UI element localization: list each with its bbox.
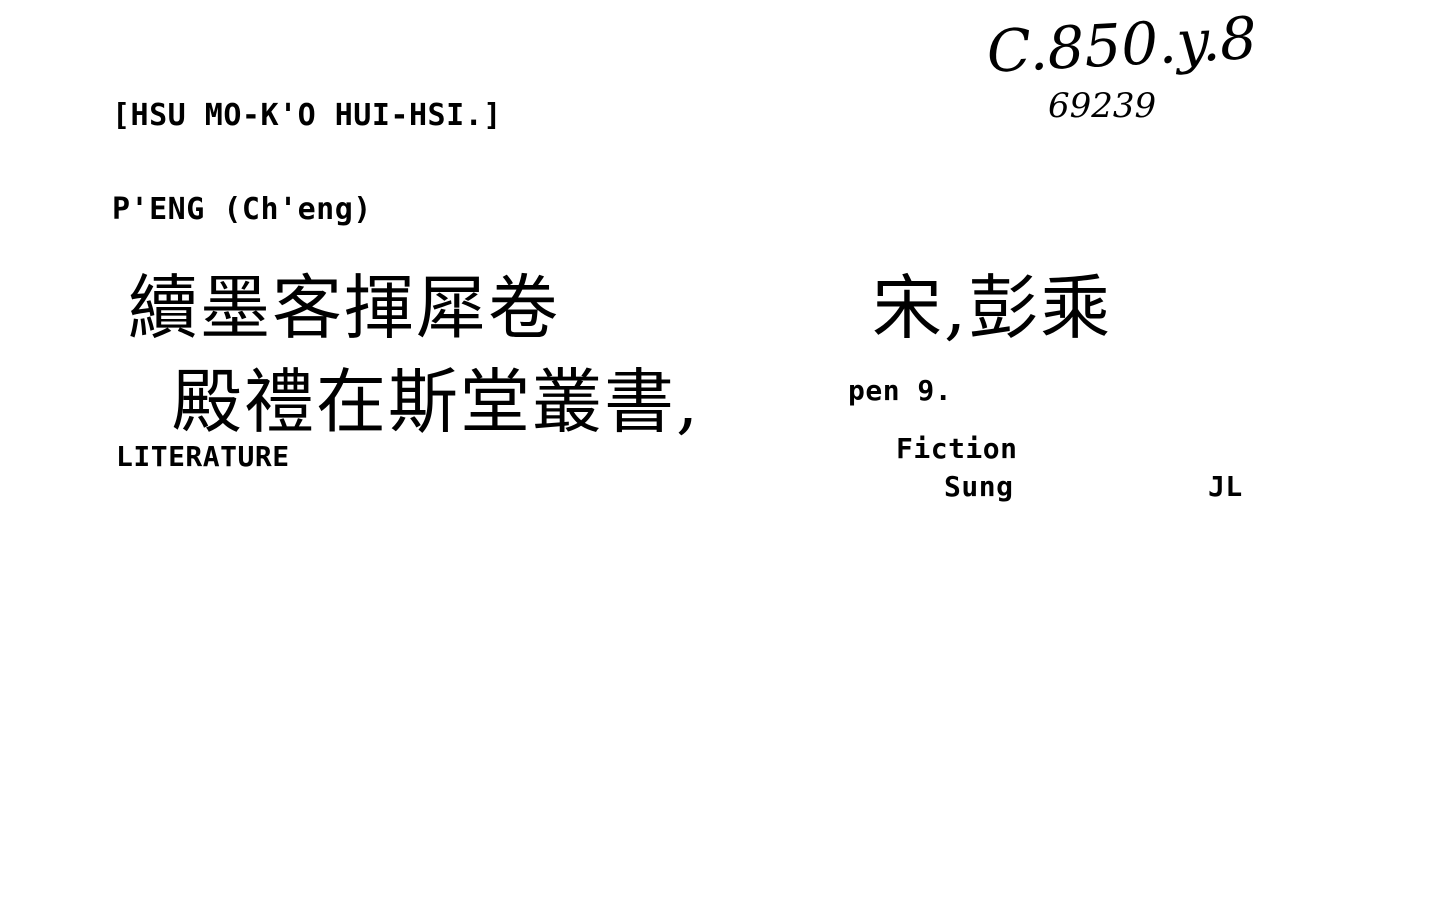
subject-subheading: Fiction	[896, 432, 1018, 465]
chinese-title-line-2: 殿禮在斯堂叢書,	[172, 361, 701, 443]
chinese-title-line-1: 續墨客揮犀卷	[128, 267, 560, 349]
subject-heading: LITERATURE	[116, 440, 290, 473]
romanized-title: [HSU MO-K'O HUI-HSI.]	[112, 98, 502, 133]
chinese-author: 宋,彭乘	[872, 267, 1113, 349]
shelfmark: C.850.y.8	[985, 3, 1259, 86]
accession-number: 69239	[1048, 86, 1157, 126]
period: Sung	[944, 470, 1014, 503]
cataloguer-initials: JL	[1208, 470, 1243, 503]
volume-number: pen 9.	[848, 374, 953, 407]
romanized-author: P'ENG (Ch'eng)	[112, 192, 372, 227]
